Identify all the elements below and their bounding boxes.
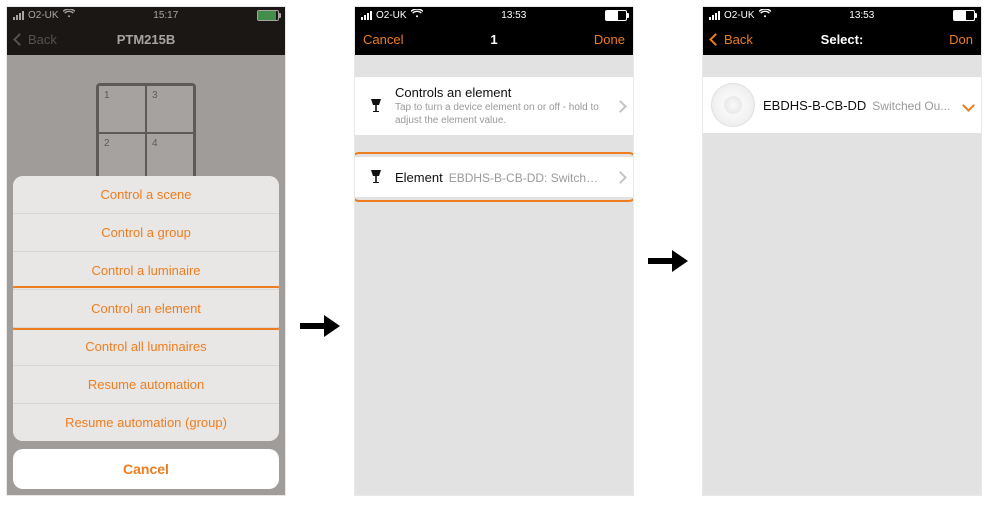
- lamp-icon: [365, 169, 387, 185]
- status-bar: O2-UK 13:53: [703, 7, 981, 23]
- action-sheet: Control a scene Control a group Control …: [13, 176, 279, 489]
- status-bar: O2-UK 13:53: [355, 7, 633, 23]
- sheet-option-luminaire[interactable]: Control a luminaire: [13, 251, 279, 289]
- carrier-label: O2-UK: [376, 10, 407, 21]
- motion-sensor-icon: [711, 83, 755, 127]
- sheet-option-element[interactable]: Control an element: [13, 289, 279, 327]
- sheet-option-all[interactable]: Control all luminaires: [13, 327, 279, 365]
- flow-arrow-icon: [648, 248, 688, 274]
- device-subtitle: Switched Ou...: [872, 99, 952, 113]
- device-row[interactable]: EBDHS-B-CB-DD Switched Ou...: [703, 77, 981, 133]
- sheet-option-resume[interactable]: Resume automation: [13, 365, 279, 403]
- info-title: Controls an element: [395, 85, 604, 100]
- screen-element-config: O2-UK 13:53 Cancel 1 Done: [354, 6, 634, 496]
- battery-icon: [605, 10, 627, 21]
- nav-bar: Back Select: Don: [703, 23, 981, 55]
- element-label: Element: [395, 170, 443, 185]
- done-button-truncated[interactable]: Don: [913, 32, 973, 47]
- screen-action-sheet: O2-UK 15:17 Back PTM215B 1: [6, 6, 286, 496]
- carrier-label: O2-UK: [724, 10, 755, 21]
- cancel-button[interactable]: Cancel: [363, 32, 423, 47]
- battery-icon: [953, 10, 975, 21]
- cell-signal-icon: [709, 11, 720, 20]
- back-button[interactable]: Back: [711, 32, 771, 47]
- content-area: EBDHS-B-CB-DD Switched Ou...: [703, 55, 981, 495]
- sheet-option-group[interactable]: Control a group: [13, 213, 279, 251]
- chevron-left-icon: [709, 33, 722, 46]
- wifi-icon: [759, 9, 771, 21]
- device-name: EBDHS-B-CB-DD: [763, 98, 866, 113]
- element-value: EBDHS-B-CB-DD: Switched O...: [449, 171, 604, 185]
- chevron-right-icon: [614, 171, 627, 184]
- page-title: 1: [423, 32, 565, 47]
- sheet-cancel-button[interactable]: Cancel: [13, 449, 279, 489]
- lamp-icon: [365, 98, 387, 114]
- clock: 13:53: [501, 10, 526, 21]
- sheet-option-scene[interactable]: Control a scene: [13, 176, 279, 213]
- done-button[interactable]: Done: [565, 32, 625, 47]
- chevron-right-icon: [614, 100, 627, 113]
- nav-bar: Cancel 1 Done: [355, 23, 633, 55]
- info-row[interactable]: Controls an element Tap to turn a device…: [355, 77, 633, 135]
- content-area: Controls an element Tap to turn a device…: [355, 55, 633, 495]
- screen-select-element: O2-UK 13:53 Back Select: Don: [702, 6, 982, 496]
- flow-arrow-icon: [300, 313, 340, 339]
- element-row[interactable]: Element EBDHS-B-CB-DD: Switched O...: [355, 157, 633, 197]
- chevron-right-icon: [962, 99, 975, 112]
- info-subtitle: Tap to turn a device element on or off -…: [395, 102, 604, 127]
- page-title: Select:: [771, 32, 913, 47]
- wifi-icon: [411, 9, 423, 21]
- cell-signal-icon: [361, 11, 372, 20]
- sheet-option-resume-group[interactable]: Resume automation (group): [13, 403, 279, 441]
- clock: 13:53: [849, 10, 874, 21]
